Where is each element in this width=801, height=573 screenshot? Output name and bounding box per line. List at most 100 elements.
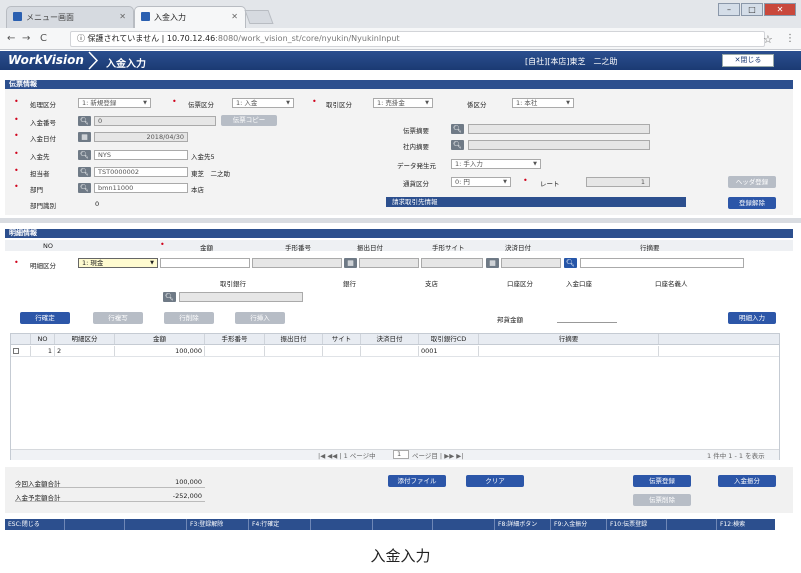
divider [15,501,205,502]
denpyo-kubun-label: 伝票区分 [188,101,214,109]
site-input[interactable] [421,258,483,268]
shanai-input[interactable] [468,140,650,150]
clear-button[interactable]: クリア [466,475,524,487]
tsuka-select[interactable]: 0: 円 [451,177,511,187]
search-icon[interactable]: 🔍︎ [163,292,176,302]
required-mark: • [14,97,19,106]
meisai-select[interactable]: 1: 現金 [78,258,158,268]
search-icon[interactable]: 🔍︎ [451,124,464,134]
date-input[interactable]: 2018/04/30 [94,132,188,142]
detail-input-button[interactable]: 明細入力 [728,312,776,324]
window-close-icon[interactable]: ✕ [764,3,796,16]
table-row[interactable]: 1 2 100,000 0001 [11,346,779,357]
calendar-icon[interactable]: ▦ [344,258,357,268]
fkey-f3[interactable]: F3:登録解除 [187,519,249,530]
nyukin-bun-button[interactable]: 入金振分 [718,475,776,487]
close-screen-button[interactable]: ✕閉じる [722,54,774,67]
fkey-f5[interactable] [311,519,373,530]
tab-menu[interactable]: メニュー画面 ✕ [6,6,134,28]
row-copy-button[interactable]: 行複写 [93,312,143,324]
fkey-f10[interactable]: F10:伝票登録 [607,519,667,530]
col-tegata-label: 手形番号 [285,244,311,252]
forward-icon[interactable]: → [22,33,30,44]
col-furidashi-label: 振出日付 [357,244,383,252]
grid-header-cell: サイト [323,334,361,344]
search-icon[interactable]: 🔍︎ [451,140,464,150]
row-checkbox[interactable] [11,346,31,356]
header-register-button[interactable]: ヘッダ登録 [728,176,776,188]
fkey-f2[interactable] [125,519,187,530]
row-delete-button[interactable]: 行削除 [164,312,214,324]
nyukin-no-input[interactable]: 0 [94,116,216,126]
koza-kubun-label: 口座区分 [507,280,533,288]
grid-cell: 100,000 [115,346,205,356]
calendar-icon[interactable]: ▦ [486,258,499,268]
torihiki-bank-input[interactable] [179,292,303,302]
bookmark-star-icon[interactable]: ☆ [763,33,773,46]
fkey-esc[interactable]: ESC:閉じる [5,519,65,530]
row-confirm-button[interactable]: 行確定 [20,312,70,324]
new-tab-button[interactable] [244,10,274,24]
register-release-button[interactable]: 登録解除 [728,197,776,209]
fkey-f7[interactable] [433,519,495,530]
search-icon[interactable]: 🔍︎ [78,167,91,177]
denpyo-kubun-select[interactable]: 1: 入金 [232,98,294,108]
voucher-delete-button[interactable]: 伝票削除 [633,494,691,506]
fkey-f9[interactable]: F9:入金振分 [551,519,607,530]
tanto-label: 担当者 [30,170,50,178]
grid-cell [323,346,361,356]
page-input[interactable]: 1 [393,450,409,459]
kei-select[interactable]: 1: 本社 [512,98,574,108]
close-icon[interactable]: ✕ [119,12,126,21]
reload-icon[interactable]: C [40,33,47,44]
detail-header-row [5,240,793,251]
fkey-f4[interactable]: F4:行確定 [249,519,311,530]
grid-cell [361,346,419,356]
data-source-select[interactable]: 1: 手入力 [451,159,541,169]
tab-favicon-icon [141,12,150,21]
fkey-f12[interactable]: F12:検索 [717,519,775,530]
grid-header-cell: 決済日付 [361,334,419,344]
minimize-icon[interactable]: – [718,3,740,16]
bumon-code-input[interactable]: bmn11000 [94,183,188,193]
kei-label: 係区分 [467,101,487,109]
maximize-icon[interactable]: □ [741,3,763,16]
tab-nyukin[interactable]: 入金入力 ✕ [134,6,246,28]
furidashi-input[interactable] [359,258,419,268]
url-input[interactable]: ⓘ 保護されていません | 10.70.12.46:8080/work_visi… [70,31,765,47]
search-icon[interactable]: 🔍︎ [78,183,91,193]
torihiki-kubun-select[interactable]: 1: 売掛金 [373,98,433,108]
browser-menu-icon[interactable]: ⋮ [785,33,795,44]
header-chevron-icon [88,51,99,70]
kingaku-input[interactable] [160,258,250,268]
calendar-icon[interactable]: ▦ [78,132,91,142]
fkey-f6[interactable] [373,519,433,530]
tegata-input[interactable] [252,258,342,268]
fkey-f1[interactable] [65,519,125,530]
tanto-code-input[interactable]: TST0000002 [94,167,188,177]
close-icon[interactable]: ✕ [231,12,238,21]
data-source-label: データ発生元 [397,162,436,170]
voucher-section-title: 伝票情報 [5,80,793,89]
rate-input[interactable]: 1 [586,177,650,187]
rate-label: レート [540,180,560,188]
tekiyo-row-input[interactable] [580,258,744,268]
shori-select[interactable]: 1: 新規登録 [78,98,151,108]
seikyu-toggle[interactable]: 請求取引先情報 [386,197,686,207]
search-icon[interactable]: 🔍︎ [78,116,91,126]
back-icon[interactable]: ← [7,33,15,44]
grid-header-row: NO 明細区分 金額 手形番号 振出日付 サイト 決済日付 取引銀行CD 行摘要 [11,334,779,345]
row-insert-button[interactable]: 行挿入 [235,312,285,324]
grid-checkbox-header [11,334,31,344]
voucher-register-button[interactable]: 伝票登録 [633,475,691,487]
search-icon[interactable]: 🔍︎ [78,150,91,160]
fkey-f8[interactable]: F8:詳細ボタン [495,519,551,530]
search-icon[interactable]: 🔍︎ [564,258,577,268]
nyukinsaki-code-input[interactable]: NYS [94,150,188,160]
fkey-f11[interactable] [667,519,717,530]
nyukin-koza-label: 入金口座 [566,280,592,288]
tekiyo-input[interactable] [468,124,650,134]
kessai-input[interactable] [501,258,561,268]
attach-file-button[interactable]: 添付ファイル [388,475,446,487]
copy-voucher-button[interactable]: 伝票コピー [221,115,277,126]
